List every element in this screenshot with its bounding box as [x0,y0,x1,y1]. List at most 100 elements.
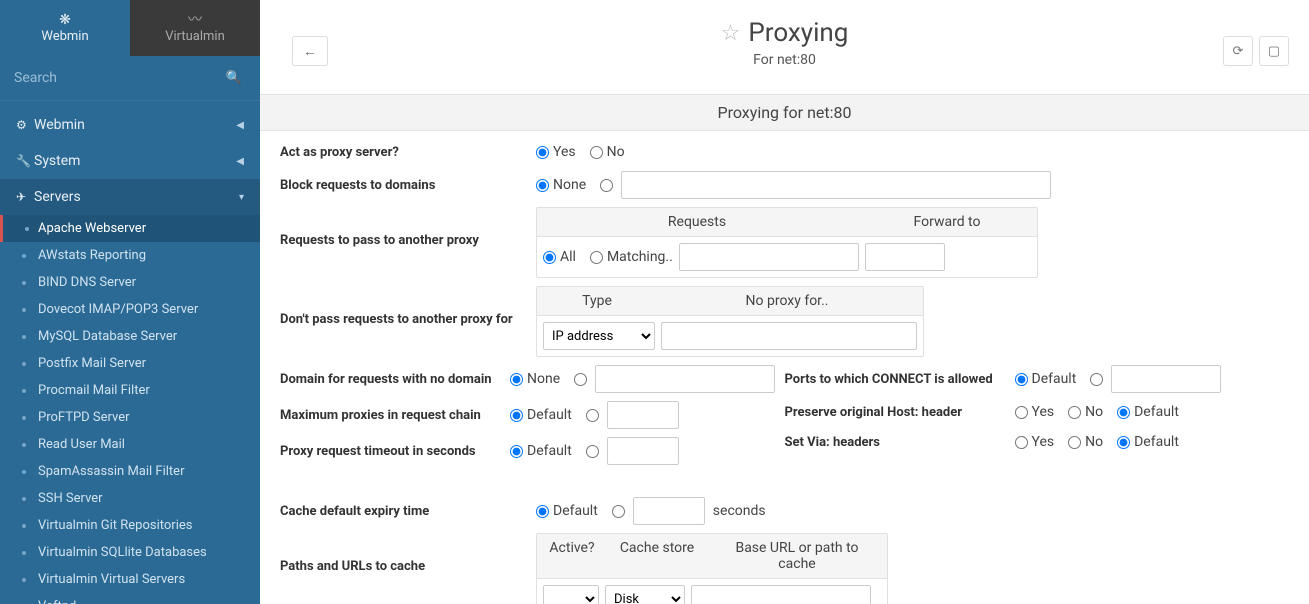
star-icon[interactable]: ☆ [721,21,741,46]
radio-input[interactable] [586,409,599,422]
sidebar-item[interactable]: BIND DNS Server [0,269,260,296]
radio-input[interactable] [536,505,549,518]
radio-req-all[interactable]: All [543,249,576,265]
domain-input[interactable] [595,365,775,393]
radio-no[interactable]: No [1068,434,1103,450]
max-proxies-input[interactable] [607,401,679,429]
requests-table: Requests Forward to All Matching.. [536,207,1038,278]
noproxy-value-input[interactable] [661,322,917,350]
radio-input[interactable] [590,251,603,264]
timeout-input[interactable] [607,437,679,465]
opt: Default [1134,404,1179,420]
sidebar-item[interactable]: Postfix Mail Server [0,350,260,377]
radio-default[interactable]: Default [510,407,572,423]
radio-default[interactable]: Default [536,503,598,519]
label-domain-no-domain: Domain for requests with no domain [280,372,510,387]
radio-none[interactable]: None [510,371,560,387]
refresh-button[interactable]: ⟳ [1223,36,1253,66]
radio-custom[interactable] [574,373,587,386]
nav-group-servers[interactable]: ✈ Servers ▾ [0,179,260,215]
radio-custom[interactable] [586,445,599,458]
sidebar-item[interactable]: MySQL Database Server [0,323,260,350]
radio-default[interactable]: Default [1117,404,1179,420]
radio-block-none[interactable]: None [536,177,586,193]
section-host: net:80 [807,103,851,122]
sidebar-item[interactable]: SpamAssassin Mail Filter [0,458,260,485]
tab-webmin[interactable]: ❋ Webmin [0,0,130,56]
radio-input[interactable] [510,409,523,422]
virtualmin-icon: 〰 [188,13,202,27]
radio-input[interactable] [1117,436,1130,449]
label-set-via: Set Via: headers [785,435,1015,450]
th-baseurl: Base URL or path to cache [707,534,887,578]
radio-input[interactable] [600,179,613,192]
matching-input[interactable] [679,243,859,271]
sidebar-item[interactable]: Virtualmin Git Repositories [0,512,260,539]
th-requests: Requests [537,208,857,236]
radio-custom[interactable] [1090,373,1103,386]
main-content: ← ☆ Proxying For net:80 ⟳ ▢ Proxying for… [260,0,1309,604]
radio-input[interactable] [510,445,523,458]
cache-expiry-input[interactable] [633,497,705,525]
radio-act-yes[interactable]: Yes [536,144,576,160]
forward-to-input[interactable] [865,243,945,271]
radio-input[interactable] [543,251,556,264]
th-store: Cache store [607,534,707,578]
radio-input[interactable] [1090,373,1103,386]
sidebar-item[interactable]: Virtualmin SQLlite Databases [0,539,260,566]
radio-input[interactable] [1015,406,1028,419]
th-noproxy: No proxy for.. [657,287,917,315]
radio-input[interactable] [1015,373,1028,386]
sidebar-item[interactable]: ProFTPD Server [0,404,260,431]
search-input[interactable] [12,66,248,90]
radio-custom[interactable] [586,409,599,422]
search-icon[interactable]: 🔍 [226,71,242,86]
sidebar-item[interactable]: SSH Server [0,485,260,512]
ports-input[interactable] [1111,365,1221,393]
radio-act-no[interactable]: No [590,144,625,160]
radio-custom[interactable] [612,505,625,518]
radio-input[interactable] [612,505,625,518]
expand-button[interactable]: ▢ [1259,36,1289,66]
radio-input[interactable] [1117,406,1130,419]
radio-input[interactable] [590,146,603,159]
opt: Default [553,503,598,519]
opt: Default [527,407,572,423]
sidebar-item[interactable]: AWstats Reporting [0,242,260,269]
radio-no[interactable]: No [1068,404,1103,420]
page-title: Proxying [748,18,848,48]
sidebar-item[interactable]: Vsftpd [0,593,260,604]
radio-input[interactable] [536,146,549,159]
radio-input[interactable] [1068,406,1081,419]
tab-virtualmin[interactable]: 〰 Virtualmin [130,0,260,56]
radio-input[interactable] [1068,436,1081,449]
sidebar-item[interactable]: Read User Mail [0,431,260,458]
radio-yes[interactable]: Yes [1015,404,1055,420]
radio-input[interactable] [574,373,587,386]
cache-store-select[interactable]: Disk [605,585,685,604]
radio-req-matching[interactable]: Matching.. [590,249,673,265]
radio-yes[interactable]: Yes [1015,434,1055,450]
cache-baseurl-input[interactable] [691,585,871,604]
radio-default[interactable]: Default [1117,434,1179,450]
radio-input[interactable] [510,373,523,386]
sidebar-item[interactable]: Apache Webserver [0,215,260,242]
cache-active-select[interactable] [543,585,599,604]
radio-default[interactable]: Default [510,443,572,459]
radio-block-custom[interactable] [600,179,613,192]
nav-group-webmin[interactable]: ⚙ Webmin ◀ [0,107,260,143]
sidebar-item[interactable]: Virtualmin Virtual Servers [0,566,260,593]
nav-group-system[interactable]: 🔧 System ◀ [0,143,260,179]
label-paths-cache: Paths and URLs to cache [280,533,536,574]
radio-input[interactable] [586,445,599,458]
radio-input[interactable] [536,179,549,192]
noproxy-type-select[interactable]: IP address [543,322,655,350]
radio-input[interactable] [1015,436,1028,449]
sidebar-item[interactable]: Procmail Mail Filter [0,377,260,404]
radio-default[interactable]: Default [1015,371,1077,387]
topbar: ← ☆ Proxying For net:80 ⟳ ▢ [260,0,1309,78]
chevron-left-icon: ◀ [236,120,244,131]
back-button[interactable]: ← [292,36,328,66]
sidebar-item[interactable]: Dovecot IMAP/POP3 Server [0,296,260,323]
block-domains-input[interactable] [621,171,1051,199]
